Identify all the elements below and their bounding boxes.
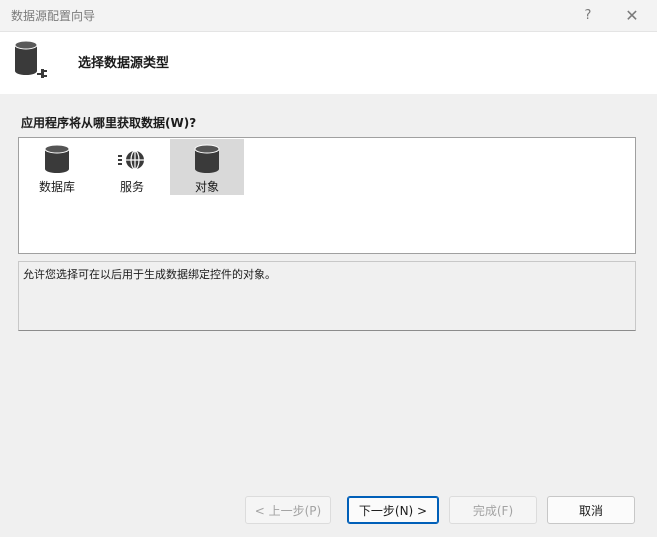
source-type-object[interactable]: 对象 <box>170 139 244 195</box>
source-type-label: 对象 <box>194 180 219 194</box>
source-question-label: 应用程序将从哪里获取数据(W)? <box>21 116 197 130</box>
wizard-header: 选择数据源类型 <box>0 32 657 94</box>
database-icon <box>44 144 70 173</box>
source-type-service[interactable]: 服务 <box>95 139 169 195</box>
object-icon <box>194 144 220 173</box>
cancel-button[interactable]: 取消 <box>547 496 635 524</box>
window-title: 数据源配置向导 <box>11 9 96 23</box>
finish-button[interactable]: 完成(F) <box>449 496 537 524</box>
help-button[interactable]: ? <box>566 0 610 31</box>
close-icon: ✕ <box>625 6 639 25</box>
close-button[interactable]: ✕ <box>610 0 654 31</box>
title-bar: 数据源配置向导 ? ✕ <box>0 0 657 32</box>
help-icon: ? <box>584 8 592 23</box>
globe-service-icon <box>118 150 144 170</box>
data-source-type-list[interactable]: 数据库 服务 对象 <box>18 137 636 254</box>
description-text: 允许您选择可在以后用于生成数据绑定控件的对象。 <box>23 268 276 281</box>
database-plug-icon <box>14 40 47 78</box>
source-type-label: 数据库 <box>38 180 75 194</box>
page-title: 选择数据源类型 <box>78 56 170 71</box>
back-button[interactable]: < 上一步(P) <box>245 496 331 524</box>
source-type-label: 服务 <box>119 180 144 194</box>
description-box: 允许您选择可在以后用于生成数据绑定控件的对象。 <box>18 261 636 331</box>
source-type-database[interactable]: 数据库 <box>20 139 94 195</box>
next-button[interactable]: 下一步(N) > <box>347 496 439 524</box>
